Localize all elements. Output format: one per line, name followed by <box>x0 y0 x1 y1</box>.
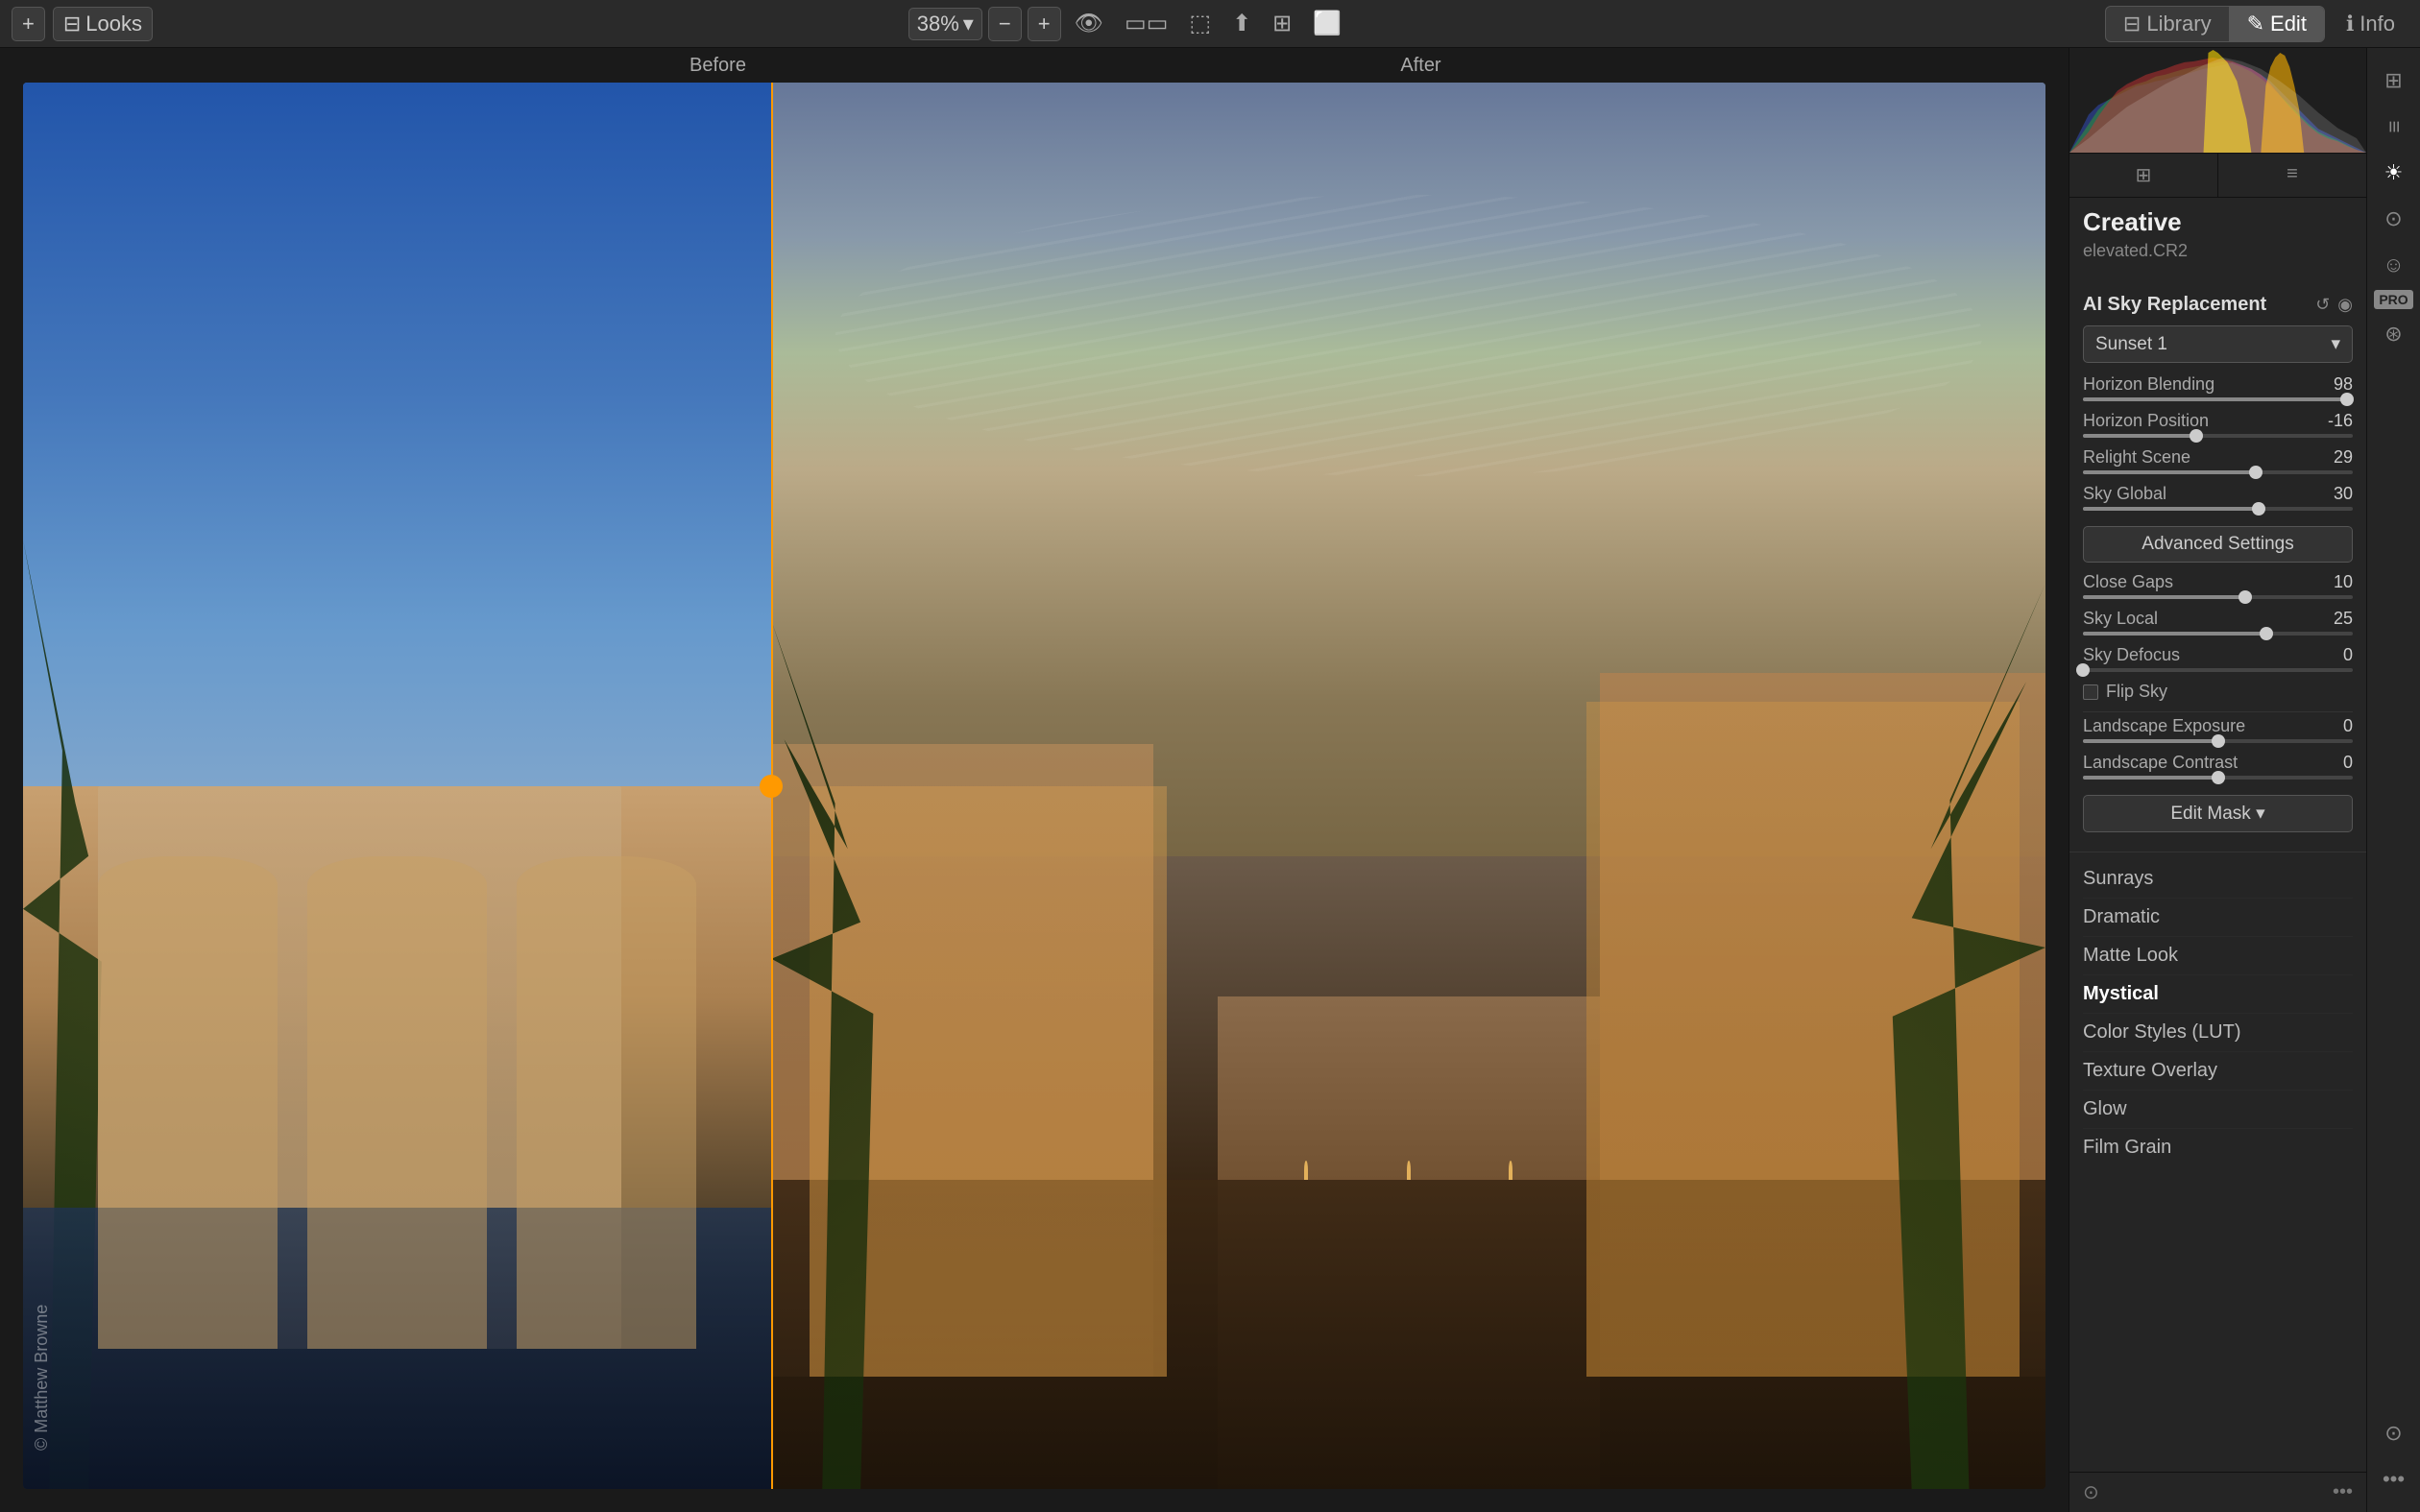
photo-after <box>771 83 2045 1489</box>
canvas-area: Before After <box>0 48 2069 1512</box>
rp-bottom-bar: ⊙ ••• <box>2069 1472 2366 1512</box>
zoom-value: 38% <box>917 12 959 36</box>
rp-toolbar: ⊞ ≡ <box>2069 154 2366 198</box>
creative-header: Creative elevated.CR2 <box>2069 198 2366 284</box>
flip-sky-label: Flip Sky <box>2106 682 2167 702</box>
tab-edit[interactable]: ✎ Edit <box>2229 7 2324 41</box>
creative-item-matte-look[interactable]: Matte Look <box>2083 937 2353 975</box>
rail-face-btn[interactable]: ☺ <box>2373 244 2415 286</box>
zoom-out-button[interactable]: − <box>988 7 1022 41</box>
tab-library[interactable]: ⊟ Library <box>2106 7 2229 41</box>
close-gaps-slider: Close Gaps 10 <box>2083 572 2353 599</box>
view-tabs: ⊟ Library ✎ Edit <box>2105 6 2325 42</box>
rail-sliders-btn[interactable]: ≡ <box>2373 106 2415 148</box>
creative-items-section: Sunrays Dramatic Matte Look Mystical Col… <box>2069 852 2366 1174</box>
zoom-in-button[interactable]: + <box>1028 7 1061 41</box>
panel-content[interactable]: Creative elevated.CR2 AI Sky Replacement… <box>2069 198 2366 1472</box>
creative-item-color-styles[interactable]: Color Styles (LUT) <box>2083 1014 2353 1052</box>
right-panel: ⊞ ≡ Creative elevated.CR2 AI Sky Replace… <box>2069 48 2366 1512</box>
pro-badge: PRO <box>2374 290 2412 309</box>
creative-item-glow[interactable]: Glow <box>2083 1091 2353 1129</box>
ai-sky-title: AI Sky Replacement <box>2083 294 2266 316</box>
ai-sky-header: AI Sky Replacement ↺ ◉ <box>2083 294 2353 316</box>
landscape-contrast-slider: Landscape Contrast 0 <box>2083 753 2353 780</box>
image-canvas: © Matthew Browne <box>23 83 2045 1489</box>
sky-preset-value: Sunset 1 <box>2095 334 2167 355</box>
split-handle[interactable] <box>760 775 783 798</box>
main-toolbar: + ⊟ Looks 38% ▾ − + 👁 ▭▭ ⬚ ⬆ ⊞ ⬜ ⊟ Libra… <box>0 0 2420 48</box>
zoom-control: 38% ▾ <box>908 8 982 40</box>
ai-sky-section: AI Sky Replacement ↺ ◉ Sunset 1 ▾ Horizo… <box>2069 284 2366 852</box>
creative-item-dramatic[interactable]: Dramatic <box>2083 899 2353 937</box>
rail-bag-btn[interactable]: ⊛ <box>2373 313 2415 355</box>
rail-more-btn[interactable]: ••• <box>2373 1458 2415 1500</box>
horizon-position-slider: Horizon Position -16 <box>2083 411 2353 438</box>
before-label: Before <box>0 55 765 77</box>
panel-title: Creative <box>2083 207 2353 237</box>
sky-preset-dropdown[interactable]: Sunset 1 ▾ <box>2083 325 2353 363</box>
more-button[interactable]: ••• <box>2333 1481 2353 1503</box>
info-tab[interactable]: ℹ Info <box>2333 7 2408 41</box>
fullscreen-button[interactable]: ⬜ <box>1305 6 1349 41</box>
history-button[interactable]: ⊙ <box>2083 1480 2099 1504</box>
library-icon: ⊟ <box>2123 12 2141 36</box>
histogram-chart <box>2069 48 2366 153</box>
rail-sun-btn[interactable]: ☀ <box>2373 152 2415 194</box>
histogram-area <box>2069 48 2366 154</box>
ai-sky-actions: ↺ ◉ <box>2315 295 2353 315</box>
chevron-down-icon: ▾ <box>2331 333 2340 355</box>
crop-button[interactable]: ⬚ <box>1181 6 1219 41</box>
relight-scene-slider: Relight Scene 29 <box>2083 447 2353 474</box>
rail-palette-btn[interactable]: ⊙ <box>2373 198 2415 240</box>
edit-icon: ✎ <box>2247 12 2264 36</box>
panel-subtitle: elevated.CR2 <box>2083 241 2353 261</box>
looks-button[interactable]: ⊟ Looks <box>53 7 153 41</box>
toggle-button[interactable]: ◉ <box>2337 295 2353 315</box>
add-button[interactable]: + <box>12 7 45 41</box>
photo-before <box>23 83 771 1489</box>
sky-defocus-slider: Sky Defocus 0 <box>2083 645 2353 672</box>
info-icon: ℹ <box>2346 12 2354 36</box>
rp-sliders-btn[interactable]: ≡ <box>2218 154 2366 197</box>
creative-item-texture-overlay[interactable]: Texture Overlay <box>2083 1052 2353 1091</box>
edit-mask-button[interactable]: Edit Mask ▾ <box>2083 795 2353 832</box>
image-container[interactable]: © Matthew Browne <box>23 83 2045 1489</box>
main-area: Before After <box>0 48 2420 1512</box>
flip-sky-checkbox[interactable] <box>2083 684 2098 700</box>
divider-1 <box>2083 711 2353 712</box>
creative-item-mystical[interactable]: Mystical <box>2083 975 2353 1014</box>
creative-item-sunrays[interactable]: Sunrays <box>2083 860 2353 899</box>
rp-layers-btn[interactable]: ⊞ <box>2069 154 2218 197</box>
before-after-bar: Before After <box>0 48 2069 83</box>
reset-button[interactable]: ↺ <box>2315 295 2330 315</box>
rail-history-btn[interactable]: ⊙ <box>2373 1412 2415 1454</box>
chevron-down-icon: ▾ <box>963 12 974 36</box>
rail-layers-btn[interactable]: ⊞ <box>2373 60 2415 102</box>
preview-button[interactable]: 👁 <box>1067 6 1111 41</box>
flip-sky-row: Flip Sky <box>2083 682 2353 702</box>
looks-icon: ⊟ <box>63 12 81 36</box>
watermark: © Matthew Browne <box>32 1305 52 1451</box>
after-label: After <box>765 55 2069 77</box>
landscape-exposure-slider: Landscape Exposure 0 <box>2083 716 2353 743</box>
sky-local-slider: Sky Local 25 <box>2083 609 2353 636</box>
grid-button[interactable]: ⊞ <box>1265 6 1299 41</box>
sky-global-slider: Sky Global 30 <box>2083 484 2353 511</box>
icon-rail: ⊞ ≡ ☀ ⊙ ☺ PRO ⊛ ⊙ ••• <box>2366 48 2420 1512</box>
horizon-blending-slider: Horizon Blending 98 <box>2083 374 2353 401</box>
add-icon: + <box>22 12 35 36</box>
compare-button[interactable]: ▭▭ <box>1117 6 1175 41</box>
export-button[interactable]: ⬆ <box>1224 6 1259 41</box>
advanced-settings-button[interactable]: Advanced Settings <box>2083 526 2353 563</box>
creative-item-film-grain[interactable]: Film Grain <box>2083 1129 2353 1166</box>
